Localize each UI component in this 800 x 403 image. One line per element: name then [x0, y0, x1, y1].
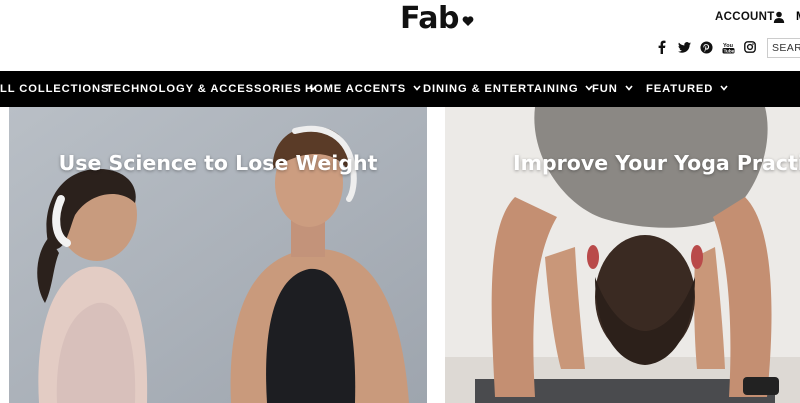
banner-science-weight-loss[interactable]: Use Science to Lose Weight [9, 107, 427, 403]
nav-item-fun[interactable]: FUN [592, 71, 633, 107]
main-nav: ALL COLLECTIONS TECHNOLOGY & ACCESSORIES… [0, 71, 800, 107]
nav-item-label: FUN [592, 83, 618, 95]
instagram-icon[interactable] [743, 40, 757, 54]
chevron-down-icon [720, 85, 728, 91]
nav-item-home-accents[interactable]: HOME ACCENTS [305, 71, 421, 107]
search-input[interactable]: SEARCH [767, 38, 800, 58]
nav-item-dining-entertaining[interactable]: DINING & ENTERTAINING [423, 71, 594, 107]
nav-item-label: TECHNOLOGY & ACCESSORIES [106, 83, 302, 95]
nav-item-featured[interactable]: FEATURED [646, 71, 728, 107]
cart-link[interactable]: M [796, 11, 800, 23]
svg-text:Tube: Tube [723, 48, 734, 53]
heart-icon [462, 16, 474, 26]
chevron-down-icon [413, 85, 421, 91]
nav-item-all-collections[interactable]: ALL COLLECTIONS [0, 71, 109, 107]
chevron-down-icon [625, 85, 633, 91]
banner-title[interactable]: Use Science to Lose Weight [9, 151, 427, 175]
nav-item-label: FEATURED [646, 83, 714, 95]
banner-yoga-practice[interactable]: Improve Your Yoga Practice [445, 107, 800, 403]
nav-item-label: DINING & ENTERTAINING [423, 83, 579, 95]
account-link[interactable]: ACCOUNT [715, 11, 775, 23]
nav-item-label: ALL COLLECTIONS [0, 83, 110, 95]
pinterest-icon[interactable] [699, 40, 713, 54]
twitter-icon[interactable] [677, 40, 691, 54]
user-icon[interactable] [773, 11, 785, 23]
banner-title[interactable]: Improve Your Yoga Practice [513, 151, 800, 175]
facebook-icon[interactable] [657, 40, 667, 54]
youtube-icon[interactable]: You Tube [721, 40, 735, 54]
nav-item-technology-accessories[interactable]: TECHNOLOGY & ACCESSORIES [106, 71, 317, 107]
site-logo[interactable]: Fab [400, 1, 459, 36]
site-header: Fab ACCOUNT M YouTube SEARCH [0, 0, 800, 71]
nav-item-label: HOME ACCENTS [305, 83, 407, 95]
